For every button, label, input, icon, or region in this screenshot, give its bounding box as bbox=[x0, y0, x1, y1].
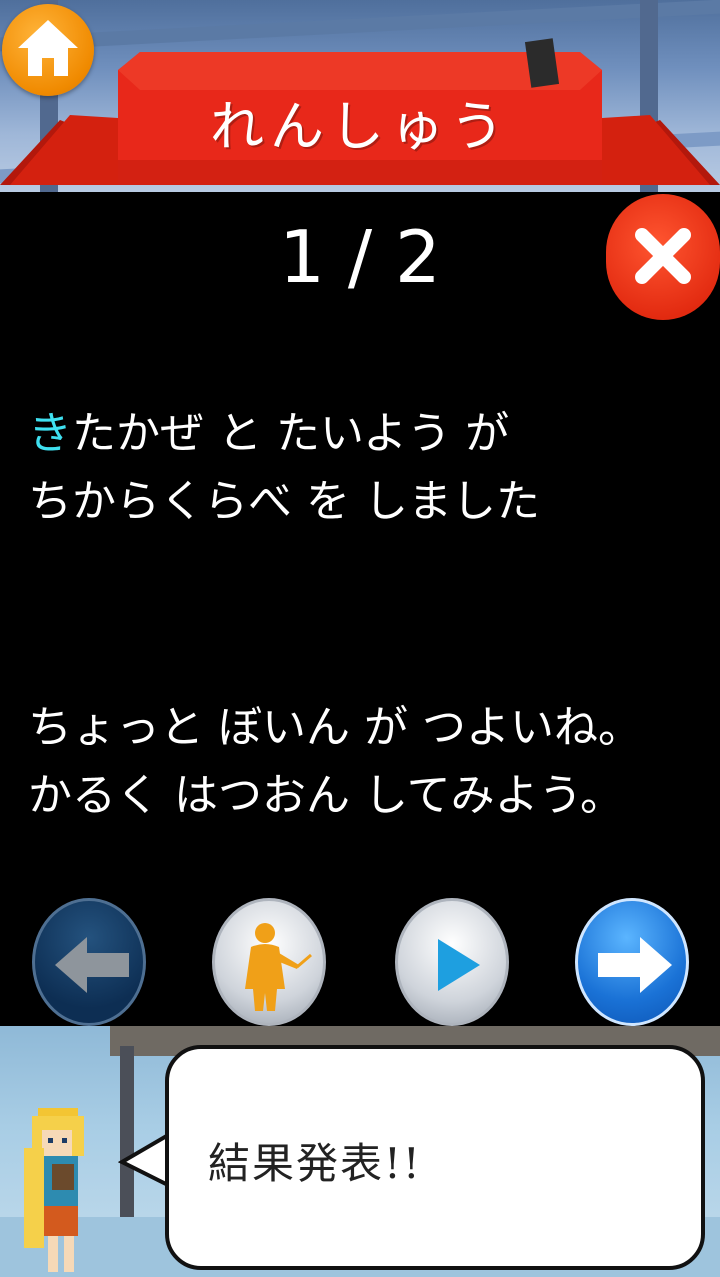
home-icon bbox=[18, 20, 78, 76]
page-title: れんしゅう bbox=[210, 95, 510, 158]
header-background: れんしゅう bbox=[0, 0, 720, 192]
feedback-line2: かるく はつおん してみよう。 bbox=[28, 770, 625, 821]
feedback-line1: ちょっと ぼいん が つよいね。 bbox=[28, 702, 642, 753]
question-sentence: きたかぜ と たいよう が ちからくらべ を しました bbox=[28, 400, 540, 536]
next-button[interactable] bbox=[575, 898, 689, 1026]
question-line1-rest: たかぜ と たいよう が bbox=[72, 408, 510, 459]
teacher-button[interactable] bbox=[212, 898, 326, 1026]
character-sprite bbox=[24, 1108, 84, 1272]
speech-text: 結果発表!! bbox=[208, 1139, 422, 1188]
question-line2: ちからくらべ を しました bbox=[28, 476, 540, 527]
play-icon bbox=[438, 939, 480, 991]
play-audio-button[interactable] bbox=[395, 898, 509, 1026]
previous-button[interactable] bbox=[32, 898, 146, 1026]
current-syllable: き bbox=[28, 408, 72, 459]
right-arrow-icon bbox=[598, 937, 672, 993]
close-button[interactable] bbox=[606, 194, 720, 320]
left-arrow-icon bbox=[55, 937, 129, 993]
close-icon bbox=[635, 228, 691, 284]
home-button[interactable] bbox=[2, 4, 94, 96]
feedback-message: ちょっと ぼいん が つよいね。 かるく はつおん してみよう。 bbox=[28, 694, 642, 830]
teacher-icon bbox=[245, 923, 312, 1011]
